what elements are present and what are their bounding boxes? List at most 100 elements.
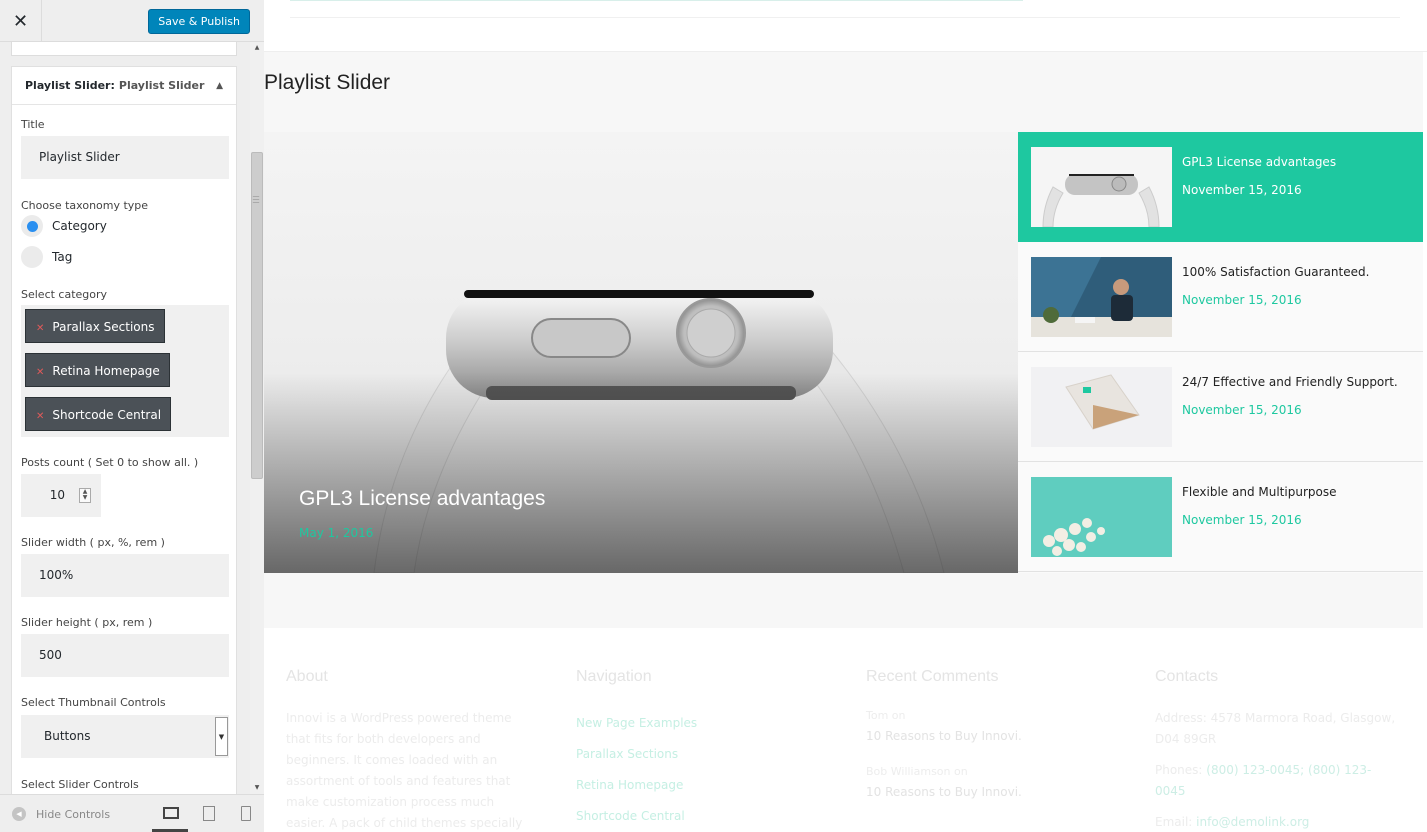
contact-phones-label: Phones: [1155, 763, 1203, 777]
playlist-item-date: November 15, 2016 [1182, 183, 1302, 197]
divider [290, 17, 1400, 18]
flowers-thumbnail [1031, 477, 1172, 557]
footer-nav-link[interactable]: Shortcode Central [576, 801, 821, 832]
footer-nav-link[interactable]: Retina Homepage [576, 770, 821, 801]
site-footer: About Innovi is a WordPress powered them… [264, 628, 1427, 832]
slider-controls-label: Select Slider Controls [21, 778, 139, 791]
footer-contacts: Contacts Address: 4578 Marmora Road, Gla… [1155, 668, 1400, 832]
playlist-item-date: November 15, 2016 [1182, 293, 1302, 307]
title-input[interactable]: Playlist Slider [21, 136, 229, 179]
playlist-slider-widget: Playlist Slider: Playlist Slider ▲ Title… [11, 66, 237, 794]
footer-nav-link[interactable]: Parallax Sections [576, 739, 821, 770]
scroll-down-icon[interactable]: ▼ [250, 782, 264, 794]
playlist-item[interactable]: 100% Satisfaction Guaranteed. November 1… [1018, 242, 1423, 352]
dropdown-arrow-icon[interactable]: ▼ [215, 717, 228, 756]
footer-nav-title: Navigation [576, 668, 652, 685]
category-label: Select category [21, 288, 108, 301]
hide-controls-button[interactable]: ◀ Hide Controls [12, 795, 110, 832]
section-title: Playlist Slider [264, 71, 391, 94]
save-publish-button[interactable]: Save & Publish [148, 9, 250, 34]
widget-panel: Playlist Slider: Playlist Slider ▲ Title… [0, 42, 250, 794]
thumb-controls-select[interactable]: Buttons ▼ [21, 715, 229, 758]
comment-author: Bob Williamson on [866, 765, 968, 778]
playlist-item-title: GPL3 License advantages [1182, 155, 1337, 169]
scroll-grip-icon: — — — [252, 192, 260, 206]
contact-email: Email: info@demolink.org [1155, 812, 1400, 832]
remove-x-icon[interactable]: ✕ [36, 411, 44, 422]
close-icon[interactable]: ✕ [0, 0, 42, 42]
playlist-item-title: 24/7 Effective and Friendly Support. [1182, 375, 1398, 389]
footer-recent-comments: Recent Comments Tom on 10 Reasons to Buy… [866, 668, 1111, 820]
package-thumbnail [1031, 367, 1172, 447]
desktop-preview-icon[interactable] [162, 805, 179, 821]
posts-count-stepper[interactable]: 10 ▲ ▼ [21, 474, 101, 517]
preview-edge [1423, 52, 1427, 628]
footer-navigation: Navigation New Page Examples Parallax Se… [576, 668, 821, 832]
previous-widget-stub [11, 42, 237, 56]
footer-about-title: About [286, 668, 328, 685]
comment-author: Tom on [866, 709, 906, 722]
radio-category-label: Category [52, 219, 107, 233]
panel-scrollbar[interactable]: ▲ — — — ▼ [250, 42, 264, 794]
category-chip[interactable]: ✕ Shortcode Central [25, 397, 172, 431]
tablet-preview-icon[interactable] [201, 805, 217, 821]
height-input[interactable]: 500 [21, 634, 229, 677]
playlist-item[interactable]: 24/7 Effective and Friendly Support. Nov… [1018, 352, 1423, 462]
contact-address: Address: 4578 Marmora Road, Glasgow, D04… [1155, 711, 1396, 746]
category-chip-label: Retina Homepage [52, 364, 160, 378]
main-slide-title[interactable]: GPL3 License advantages [299, 487, 545, 511]
watch-thumbnail [1031, 147, 1172, 227]
width-input[interactable]: 100% [21, 554, 229, 597]
title-label: Title [21, 118, 45, 131]
radio-category[interactable]: Category [21, 215, 107, 237]
category-chip[interactable]: ✕ Parallax Sections [25, 309, 165, 343]
playlist-item-title: 100% Satisfaction Guaranteed. [1182, 265, 1370, 279]
thumb-controls-label: Select Thumbnail Controls [21, 696, 166, 709]
customizer-footer: ◀ Hide Controls [0, 794, 264, 832]
main-slide[interactable]: GPL3 License advantages May 1, 2016 [264, 132, 1018, 573]
playlist-item[interactable]: GPL3 License advantages November 15, 201… [1018, 132, 1423, 242]
taxonomy-label: Choose taxonomy type [21, 199, 149, 212]
playlist-item-title: Flexible and Multipurpose [1182, 485, 1337, 499]
posts-count-label: Posts count ( Set 0 to show all. ) [21, 456, 199, 469]
footer-nav-link[interactable]: New Page Examples [576, 708, 821, 739]
radio-category-button[interactable] [21, 215, 43, 237]
thumb-controls-value: Buttons [44, 729, 91, 743]
remove-x-icon[interactable]: ✕ [36, 323, 44, 334]
playlist-item-date: November 15, 2016 [1182, 403, 1302, 417]
widget-header[interactable]: Playlist Slider: Playlist Slider ▲ [12, 67, 236, 105]
site-preview: Playlist Slider GPL3 License advantages … [264, 0, 1427, 832]
remove-x-icon[interactable]: ✕ [36, 367, 44, 378]
footer-about-text: Innovi is a WordPress powered theme that… [286, 711, 523, 830]
comment-post-link[interactable]: 10 Reasons to Buy Innovi. [866, 724, 1111, 748]
contact-email-link[interactable]: info@demolink.org [1196, 815, 1309, 829]
hide-controls-label: Hide Controls [36, 807, 111, 821]
caption-gradient [264, 372, 1018, 573]
comment-post-link[interactable]: 10 Reasons to Buy Innovi. [866, 780, 1111, 804]
height-label: Slider height ( px, rem ) [21, 616, 153, 629]
radio-tag-label: Tag [52, 250, 73, 264]
playlist-item[interactable]: Flexible and Multipurpose November 15, 2… [1018, 462, 1423, 572]
scroll-up-icon[interactable]: ▲ [250, 42, 264, 54]
widget-header-prefix: Playlist Slider: [25, 79, 115, 92]
width-label: Slider width ( px, %, rem ) [21, 536, 165, 549]
collapse-caret-icon[interactable]: ▲ [216, 81, 223, 91]
spinner-arrows-icon[interactable]: ▲ ▼ [79, 488, 91, 503]
customizer-sidebar: ✕ Save & Publish Playlist Slider: Playli… [0, 0, 264, 832]
footer-comments-title: Recent Comments [866, 668, 999, 685]
category-chip-label: Parallax Sections [52, 320, 155, 334]
playlist-list: GPL3 License advantages November 15, 201… [1018, 132, 1423, 573]
main-slide-date: May 1, 2016 [299, 526, 374, 540]
customizer-header: ✕ Save & Publish [0, 0, 264, 42]
category-multiselect[interactable]: ✕ Parallax Sections ✕ Retina Homepage ✕ Sho… [21, 305, 229, 437]
footer-about: About Innovi is a WordPress powered them… [286, 668, 531, 832]
contact-phones: Phones: (800) 123-0045; (800) 123-0045 [1155, 760, 1400, 802]
radio-tag-button[interactable] [21, 246, 43, 268]
divider [290, 0, 1023, 1]
desk-worker-thumbnail [1031, 257, 1172, 337]
collapse-arrow-icon: ◀ [12, 807, 26, 821]
mobile-preview-icon[interactable] [238, 805, 254, 821]
category-chip[interactable]: ✕ Retina Homepage [25, 353, 170, 387]
contact-email-label: Email: [1155, 815, 1193, 829]
radio-tag[interactable]: Tag [21, 246, 72, 268]
